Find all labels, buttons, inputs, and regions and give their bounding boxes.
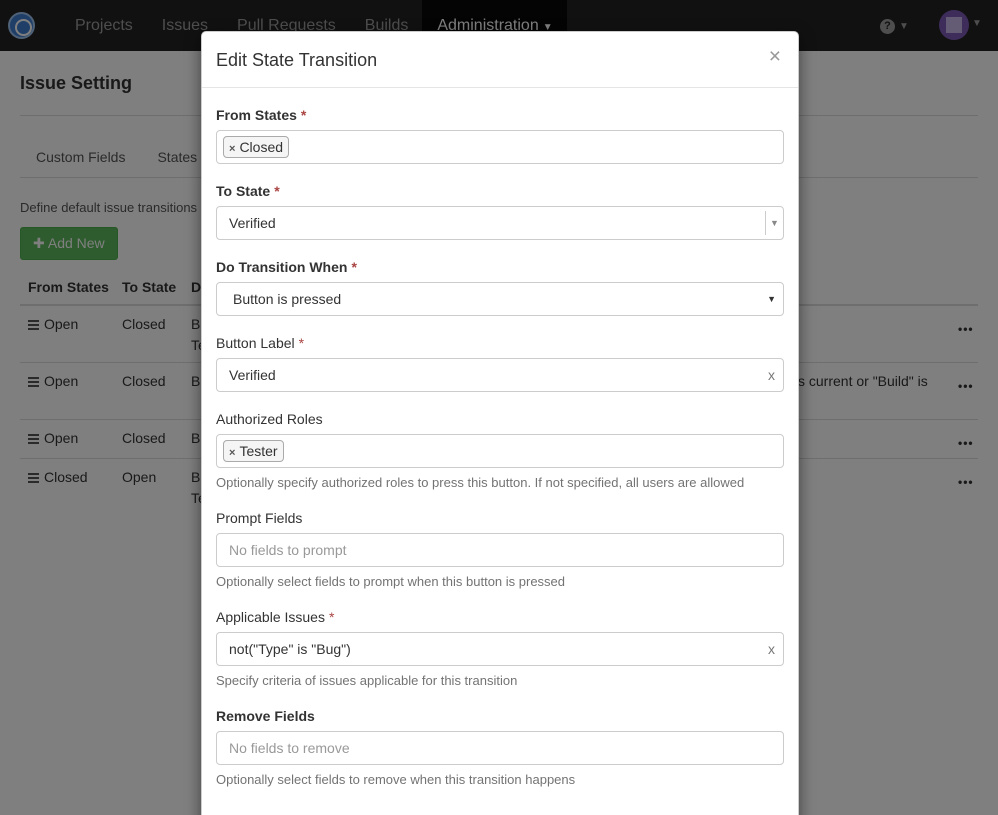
role-tag: × Tester [223,440,284,462]
remove-fields-multiselect[interactable]: No fields to remove [216,731,784,765]
required-mark: * [351,259,357,275]
chevron-down-icon[interactable]: ▼ [765,211,783,235]
prompt-fields-placeholder: No fields to prompt [229,542,347,558]
remove-tag-icon[interactable]: × [229,447,235,459]
do-transition-when-label: Do Transition When * [216,259,357,275]
applicable-issues-input[interactable]: not("Type" is "Bug") x [216,632,784,666]
required-mark: * [274,183,280,199]
do-transition-when-value: Button is pressed [233,291,342,307]
caret-down-icon: ▼ [767,294,776,304]
to-state-value: Verified [229,215,276,231]
remove-fields-placeholder: No fields to remove [229,740,350,756]
prompt-fields-label: Prompt Fields [216,510,303,526]
edit-state-transition-dialog: Edit State Transition × From States * × Cl… [201,31,799,815]
do-transition-when-select[interactable]: Button is pressed ▼ [216,282,784,316]
from-states-multiselect[interactable]: × Closed [216,130,784,164]
authorized-roles-label: Authorized Roles [216,411,323,427]
to-state-label: To State * [216,183,280,199]
applicable-issues-help: Specify criteria of issues applicable fo… [216,673,518,688]
button-label-input[interactable]: Verified x [216,358,784,392]
remove-fields-help: Optionally select fields to remove when … [216,772,576,787]
button-label-value: Verified [229,367,276,383]
to-state-label-text: To State [216,183,271,199]
modal-title: Edit State Transition [216,50,378,70]
from-states-label: From States * [216,107,306,123]
modal-header: Edit State Transition × [202,32,798,88]
do-transition-when-label-text: Do Transition When [216,259,348,275]
required-mark: * [300,107,307,123]
button-label-label-text: Button Label [216,335,295,351]
applicable-issues-label-text: Applicable Issues [216,609,325,625]
applicable-issues-label: Applicable Issues * [216,609,334,625]
authorized-roles-help: Optionally specify authorized roles to p… [216,475,745,490]
required-mark: * [298,335,305,351]
from-states-label-text: From States [216,107,297,123]
prompt-fields-multiselect[interactable]: No fields to prompt [216,533,784,567]
required-mark: * [328,609,335,625]
button-label-label: Button Label * [216,335,304,351]
prompt-fields-help: Optionally select fields to prompt when … [216,574,566,589]
clear-icon[interactable]: x [768,359,775,391]
role-tag-label: Tester [239,443,278,459]
remove-fields-label: Remove Fields [216,708,315,724]
from-state-tag: × Closed [223,136,290,158]
clear-icon[interactable]: x [768,633,775,665]
from-state-tag-label: Closed [239,139,284,155]
authorized-roles-multiselect[interactable]: × Tester [216,434,784,468]
applicable-issues-value: not("Type" is "Bug") [229,641,351,657]
remove-tag-icon[interactable]: × [229,143,235,155]
to-state-select[interactable]: Verified ▼ [216,206,784,240]
close-icon[interactable]: × [769,46,781,67]
